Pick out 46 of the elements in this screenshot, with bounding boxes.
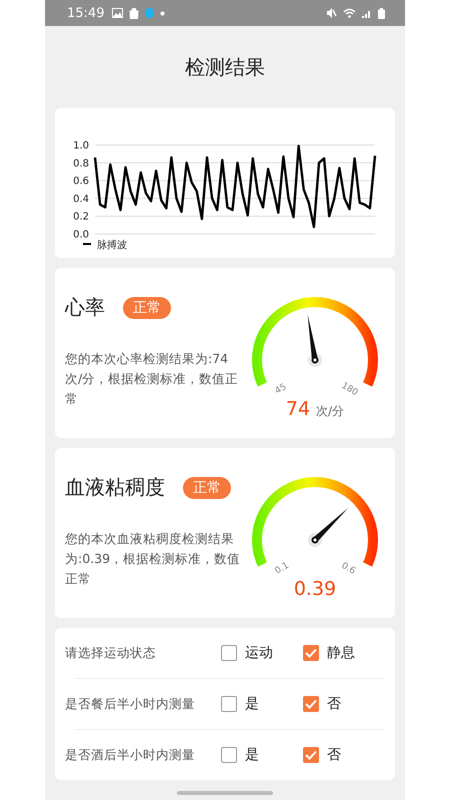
battery-icon <box>378 8 385 18</box>
question-label: 是否餐后半小时内测量 <box>65 696 196 712</box>
question-label: 是否酒后半小时内测量 <box>65 746 196 764</box>
status-badge: 正常 <box>123 296 171 318</box>
axis-tick-label: 0.0 <box>73 230 89 240</box>
checkbox[interactable] <box>303 696 319 712</box>
axis-tick-label: 0.2 <box>73 212 89 223</box>
checkbox[interactable] <box>221 747 237 763</box>
checkbox[interactable] <box>221 696 237 712</box>
question-label: 请选择运动状态 <box>65 644 157 662</box>
status-badge: 正常 <box>183 476 231 498</box>
option-label: 静息 <box>327 644 355 662</box>
option-label: 否 <box>327 746 341 764</box>
gauge-needle <box>308 508 348 547</box>
axis-tick-label: 1.0 <box>73 140 89 152</box>
axis-tick-label: 0.8 <box>73 158 89 170</box>
result-title: 血液粘稠度 <box>65 474 165 501</box>
checkbox[interactable] <box>303 747 319 763</box>
axis-tick-label: 0.4 <box>73 194 89 205</box>
page-title: 检测结果 <box>184 54 266 81</box>
wifi-icon <box>343 8 356 18</box>
result-description: 您的本次心率检测结果为:74次/分，根据检测标准，数值正常 <box>65 350 240 408</box>
gauge-needle <box>308 314 322 367</box>
signal-icon <box>362 8 372 18</box>
gauge-max-label: 180 <box>340 380 360 398</box>
dot-icon <box>160 10 166 16</box>
gauge-min-label: 45 <box>274 382 288 397</box>
checkbox[interactable] <box>303 645 319 661</box>
legend-label: 脉搏波 <box>97 240 127 251</box>
gauge-max-label: 0.6 <box>340 560 357 577</box>
gauge-min-label: 0.1 <box>274 560 291 577</box>
image-icon <box>112 8 124 18</box>
status-time: 15:49 <box>67 6 104 20</box>
result-value: 74 <box>286 398 310 420</box>
option-label: 否 <box>327 695 341 713</box>
result-title: 心率 <box>65 294 105 321</box>
mute-icon <box>326 8 337 18</box>
axis-tick-label: 0.6 <box>73 176 89 188</box>
result-unit: 次/分 <box>316 403 344 420</box>
result-value: 0.39 <box>294 578 336 600</box>
option-label: 是 <box>245 695 259 713</box>
bag-icon <box>129 8 140 18</box>
result-description: 您的本次血液粘稠度检测结果为:0.39，根据检测标准，数值正常 <box>65 530 242 588</box>
option-label: 是 <box>245 746 259 764</box>
checkbox[interactable] <box>221 645 237 661</box>
option-label: 运动 <box>245 644 273 662</box>
